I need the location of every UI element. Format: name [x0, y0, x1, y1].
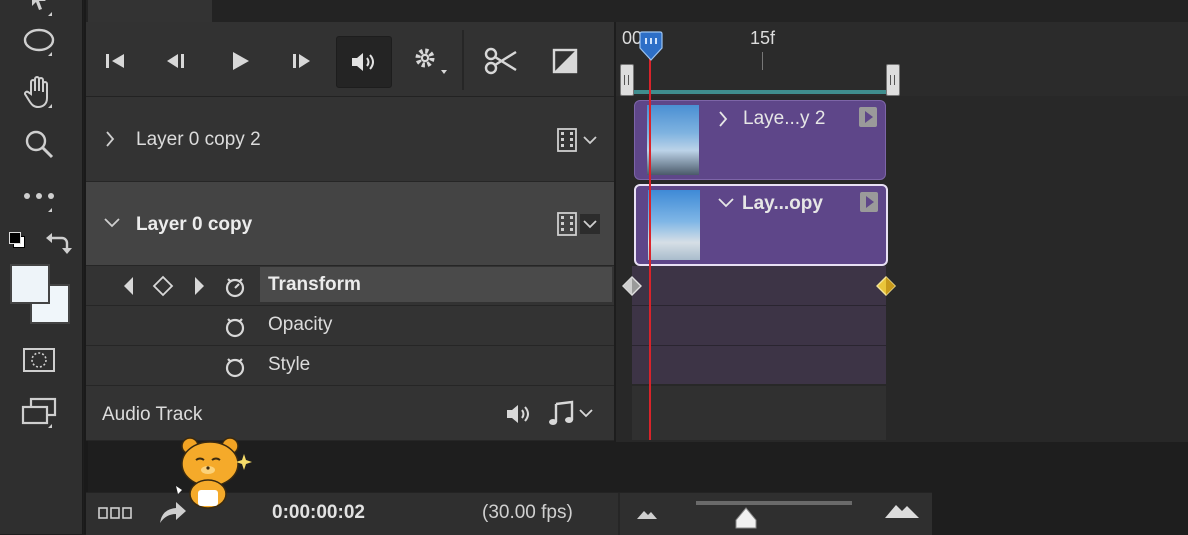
- keyframe-row-divider: [632, 305, 886, 306]
- keyframe-row-divider: [632, 345, 886, 346]
- keyframe-start-icon[interactable]: [622, 276, 642, 301]
- more-tools-icon[interactable]: [14, 174, 64, 218]
- split-scissors-icon[interactable]: [478, 36, 524, 86]
- ellipse-tool-icon[interactable]: [14, 18, 64, 62]
- property-row-transform[interactable]: Transform: [86, 266, 614, 306]
- audio-track-lane[interactable]: [632, 386, 886, 440]
- previous-frame-button[interactable]: [156, 36, 196, 86]
- quick-mask-icon[interactable]: [14, 338, 64, 382]
- next-frame-button[interactable]: [282, 36, 322, 86]
- clip-thumbnail: [647, 105, 699, 175]
- zoom-out-icon[interactable]: [636, 507, 658, 525]
- clip-expand-chevron-icon[interactable]: [717, 109, 729, 134]
- hand-tool-icon[interactable]: [14, 70, 64, 114]
- work-area-end-handle[interactable]: [886, 64, 900, 96]
- keyframe-end-icon[interactable]: [876, 276, 896, 301]
- clip-layer-0-copy-2[interactable]: Laye...y 2: [634, 100, 886, 180]
- foreground-color-swatch[interactable]: [10, 264, 50, 304]
- clip-transition-icon[interactable]: [859, 107, 877, 127]
- swap-colors-icon[interactable]: [46, 232, 72, 261]
- next-keyframe-icon[interactable]: [192, 276, 206, 301]
- clip-transition-icon[interactable]: [860, 192, 878, 212]
- timeline-tab[interactable]: [88, 0, 212, 22]
- stopwatch-icon[interactable]: [222, 273, 248, 304]
- layer-name: Layer 0 copy: [136, 214, 253, 235]
- work-area-start-handle[interactable]: [620, 64, 634, 96]
- property-name: Transform: [268, 274, 361, 295]
- clip-name: Lay...opy: [742, 193, 823, 214]
- play-button[interactable]: [220, 36, 260, 86]
- first-frame-button[interactable]: [96, 36, 136, 86]
- layer-row-copy-2[interactable]: Layer 0 copy 2: [86, 97, 614, 182]
- layer-name: Layer 0 copy 2: [136, 129, 261, 150]
- time-ruler[interactable]: 00 15f: [616, 22, 1188, 96]
- keyframe-area[interactable]: [632, 266, 886, 384]
- zoom-in-icon[interactable]: [884, 501, 920, 524]
- clip-name: Laye...y 2: [743, 108, 826, 129]
- property-name: Opacity: [268, 314, 333, 335]
- property-name: Style: [268, 354, 311, 375]
- audio-speaker-icon[interactable]: [504, 402, 534, 431]
- transport-controls: [86, 22, 614, 97]
- video-track-icon[interactable]: [556, 127, 602, 158]
- tools-panel: [0, 0, 83, 534]
- transport-separator: [462, 30, 464, 90]
- zoom-slider-thumb[interactable]: [734, 507, 758, 534]
- add-keyframe-icon[interactable]: [152, 275, 174, 302]
- clip-layer-0-copy[interactable]: Lay...opy: [634, 184, 888, 266]
- property-row-style[interactable]: Style: [86, 346, 614, 386]
- panel-tab-strip: [86, 0, 1188, 22]
- clip-thumbnail: [648, 190, 700, 260]
- expand-chevron-icon[interactable]: [104, 129, 116, 154]
- screen-mode-icon[interactable]: [14, 390, 64, 434]
- stopwatch-icon[interactable]: [222, 313, 248, 344]
- bear-sticker-icon: [172, 434, 252, 515]
- ruler-15f-label: 15f: [750, 28, 776, 48]
- clip-collapse-chevron-icon[interactable]: [716, 196, 736, 215]
- frame-rate-readout: (30.00 fps): [482, 502, 573, 523]
- timecode-readout[interactable]: 0:00:00:02: [272, 502, 365, 524]
- audio-track-row[interactable]: Audio Track: [86, 386, 614, 441]
- status-bar-empty: [932, 492, 1188, 534]
- zoom-slider-track[interactable]: [696, 501, 852, 505]
- settings-gear-icon[interactable]: [406, 36, 452, 86]
- previous-keyframe-icon[interactable]: [122, 276, 136, 301]
- playhead-handle[interactable]: [638, 30, 664, 67]
- transition-icon[interactable]: [542, 36, 588, 86]
- audio-track-label: Audio Track: [102, 404, 203, 425]
- mute-audio-button[interactable]: [336, 36, 392, 88]
- zoom-tool-icon[interactable]: [14, 122, 64, 166]
- work-area-bar[interactable]: [626, 90, 890, 94]
- stopwatch-icon[interactable]: [222, 353, 248, 384]
- playhead-line[interactable]: [649, 50, 651, 440]
- property-row-opacity[interactable]: Opacity: [86, 306, 614, 346]
- collapse-chevron-icon[interactable]: [102, 216, 122, 235]
- ruler-tick: [762, 52, 763, 70]
- default-colors-icon[interactable]: [9, 232, 25, 248]
- frame-view-icon[interactable]: [98, 506, 132, 525]
- video-track-icon[interactable]: [556, 211, 602, 242]
- layer-row-copy[interactable]: Layer 0 copy: [86, 182, 614, 266]
- status-separator: [618, 493, 620, 535]
- music-note-icon[interactable]: [548, 400, 600, 433]
